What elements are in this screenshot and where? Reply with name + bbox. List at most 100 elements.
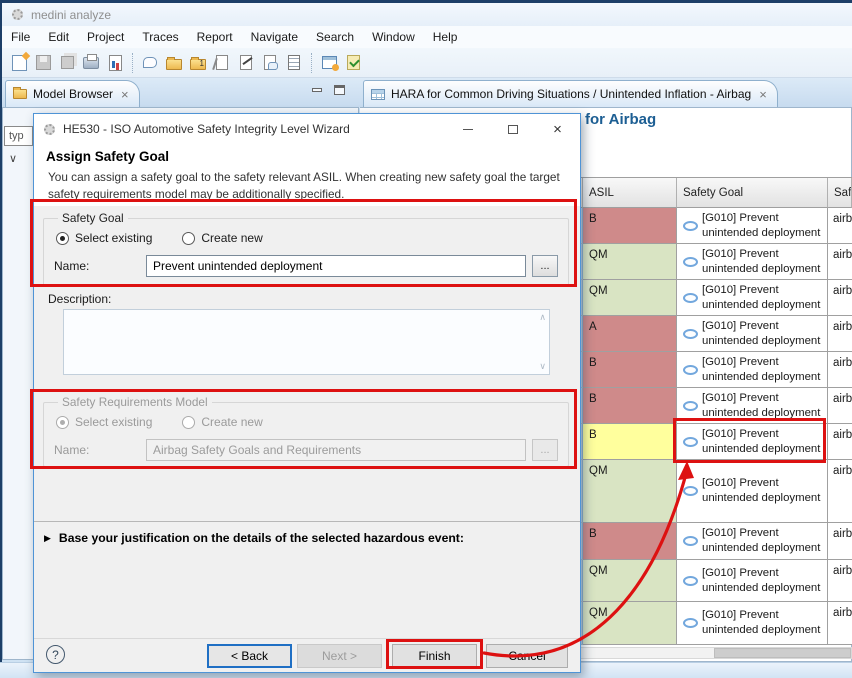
asil-cell[interactable]: QM [583, 244, 677, 280]
new-model-icon[interactable] [7, 51, 31, 75]
safety-goal-name-input[interactable] [146, 255, 526, 277]
asil-cell[interactable]: QM [583, 602, 677, 645]
chevron-down-icon[interactable]: ∨ [9, 152, 17, 165]
table-row[interactable]: QM [G010] Prevent unintended deployment … [579, 280, 852, 316]
edit-document-icon[interactable] [234, 51, 258, 75]
asil-cell[interactable]: QM [583, 560, 677, 602]
safe-state-cell[interactable]: airbag [828, 316, 852, 352]
description-textarea[interactable]: ∧ ∨ [63, 309, 550, 375]
save-icon[interactable] [31, 51, 55, 75]
safety-goal-cell[interactable]: [G010] Prevent unintended deployment [677, 280, 828, 316]
safe-state-cell[interactable]: airbag [828, 352, 852, 388]
scrollbar-thumb[interactable] [714, 648, 851, 658]
maximize-view-icon[interactable] [334, 85, 345, 95]
minimize-view-icon[interactable] [312, 88, 322, 92]
column-header-safe-state[interactable]: Safe S [828, 178, 852, 208]
table-row[interactable]: B [G010] Prevent unintended deployment a… [579, 352, 852, 388]
finish-button[interactable]: Finish [392, 644, 477, 668]
tab-hara-editor[interactable]: HARA for Common Driving Situations / Uni… [363, 80, 778, 107]
safety-goal-cell[interactable]: [G010] Prevent unintended deployment [677, 460, 828, 523]
back-button[interactable]: < Back [207, 644, 292, 668]
filter-input[interactable]: typ [4, 126, 33, 146]
asil-cell[interactable]: B [583, 352, 677, 388]
asil-cell[interactable]: A [583, 316, 677, 352]
safety-goal-text: [G010] Prevent unintended deployment [702, 391, 827, 421]
safety-goal-cell[interactable]: [G010] Prevent unintended deployment [677, 352, 828, 388]
safe-state-cell[interactable]: airbag [828, 424, 852, 460]
menu-item-window[interactable]: Window [363, 26, 424, 48]
asil-cell[interactable]: B [583, 523, 677, 560]
comment-icon[interactable] [138, 51, 162, 75]
dialog-maximize-button[interactable] [490, 114, 535, 144]
justification-expander[interactable]: ▶ Base your justification on the details… [44, 531, 464, 545]
menu-item-project[interactable]: Project [78, 26, 133, 48]
tab-model-browser[interactable]: Model Browser × [5, 80, 140, 107]
table-row[interactable]: QM [G010] Prevent unintended deployment … [579, 460, 852, 523]
safe-state-cell[interactable]: airbag [828, 560, 852, 602]
menu-item-report[interactable]: Report [188, 26, 242, 48]
safety-goal-cell[interactable]: [G010] Prevent unintended deployment [677, 424, 828, 460]
review-document-icon[interactable] [258, 51, 282, 75]
select-existing-radio[interactable]: Select existing [56, 231, 152, 245]
safe-state-cell[interactable]: airbag [828, 523, 852, 560]
dialog-minimize-button[interactable] [445, 114, 490, 144]
sync-table-icon[interactable] [317, 51, 341, 75]
table-row[interactable]: QM [G010] Prevent unintended deployment … [579, 244, 852, 280]
table-row[interactable]: B [G010] Prevent unintended deployment a… [579, 208, 852, 244]
create-new-radio[interactable]: Create new [182, 231, 262, 245]
browse-button[interactable]: ... [532, 255, 558, 277]
tab-close-icon[interactable]: × [121, 88, 129, 101]
table-row[interactable]: B [G010] Prevent unintended deployment a… [579, 424, 852, 460]
report-icon[interactable] [103, 51, 127, 75]
safety-goal-cell[interactable]: [G010] Prevent unintended deployment [677, 523, 828, 560]
safe-state-cell[interactable]: airbag [828, 388, 852, 424]
menu-item-help[interactable]: Help [424, 26, 467, 48]
menu-item-traces[interactable]: Traces [133, 26, 187, 48]
menu-item-search[interactable]: Search [307, 26, 363, 48]
asil-cell[interactable]: QM [583, 280, 677, 316]
column-header-safety-goal[interactable]: Safety Goal [677, 178, 828, 208]
safety-goal-cell[interactable]: [G010] Prevent unintended deployment [677, 388, 828, 424]
save-all-icon [61, 56, 74, 69]
dialog-close-button[interactable]: × [535, 114, 580, 144]
table-row[interactable]: A [G010] Prevent unintended deployment a… [579, 316, 852, 352]
validate-icon[interactable] [341, 51, 365, 75]
radio-label: Select existing [75, 415, 152, 429]
safety-goal-cell[interactable]: [G010] Prevent unintended deployment [677, 208, 828, 244]
safe-state-cell[interactable]: airbag [828, 208, 852, 244]
help-button[interactable]: ? [46, 645, 65, 664]
safe-state-cell[interactable]: airbag [828, 602, 852, 645]
scroll-up-icon[interactable]: ∧ [539, 312, 546, 323]
safety-goal-cell[interactable]: [G010] Prevent unintended deployment [677, 244, 828, 280]
safe-state-cell[interactable]: airbag [828, 460, 852, 523]
horizontal-scrollbar[interactable] [579, 647, 852, 659]
table-row[interactable]: QM [G010] Prevent unintended deployment … [579, 602, 852, 645]
open-recent-folder-icon[interactable] [186, 51, 210, 75]
print-icon[interactable] [79, 51, 103, 75]
scroll-down-icon[interactable]: ∨ [539, 361, 546, 372]
attach-document-icon[interactable] [210, 51, 234, 75]
safe-state-cell[interactable]: airbag [828, 280, 852, 316]
report-icon [109, 55, 122, 71]
asil-cell[interactable]: QM [583, 460, 677, 523]
asil-cell[interactable]: B [583, 208, 677, 244]
tab-close-icon[interactable]: × [759, 88, 767, 101]
open-folder-icon[interactable] [162, 51, 186, 75]
menu-item-file[interactable]: File [2, 26, 39, 48]
safety-goal-cell[interactable]: [G010] Prevent unintended deployment [677, 316, 828, 352]
menu-item-edit[interactable]: Edit [39, 26, 78, 48]
table-row[interactable]: B [G010] Prevent unintended deployment a… [579, 388, 852, 424]
expander-arrow-icon: ▶ [44, 533, 51, 544]
safe-state-cell[interactable]: airbag [828, 244, 852, 280]
safety-goal-cell[interactable]: [G010] Prevent unintended deployment [677, 560, 828, 602]
menu-item-navigate[interactable]: Navigate [242, 26, 307, 48]
table-row[interactable]: QM [G010] Prevent unintended deployment … [579, 560, 852, 602]
column-header-asil[interactable]: ASIL [583, 178, 677, 208]
safety-goal-cell[interactable]: [G010] Prevent unintended deployment [677, 602, 828, 645]
asil-cell[interactable]: B [583, 388, 677, 424]
save-all-icon[interactable] [55, 51, 79, 75]
cancel-button[interactable]: Cancel [486, 644, 568, 668]
show-properties-icon[interactable] [282, 51, 306, 75]
asil-cell[interactable]: B [583, 424, 677, 460]
table-row[interactable]: B [G010] Prevent unintended deployment a… [579, 523, 852, 560]
